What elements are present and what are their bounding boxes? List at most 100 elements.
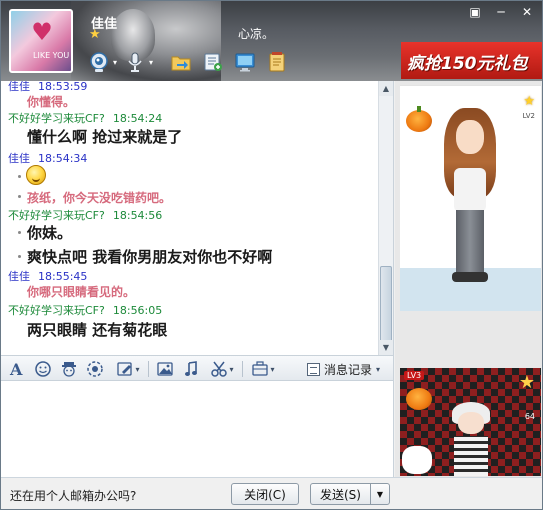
video-call-button[interactable]: [85, 49, 112, 75]
chevron-down-icon[interactable]: ▾: [113, 58, 117, 67]
more-tools-button[interactable]: ▾: [247, 359, 279, 379]
font-icon: A: [9, 360, 23, 378]
input-toolbar: A ▾ ▾ ▾ 消息记录 ▾: [1, 355, 394, 381]
scroll-down-arrow-icon[interactable]: ▼: [379, 340, 393, 355]
message-list: 佳佳 18:53:59 你懂得。 不好好学习来玩CF? 18:54:24 懂什么啊 …: [1, 81, 379, 355]
sender-name: 不好好学习来玩CF?: [8, 304, 105, 317]
contact-signature: 心凉。: [238, 27, 275, 41]
apps-button[interactable]: [263, 49, 290, 75]
chat-message: 你妹。: [27, 224, 73, 242]
message-header: 佳佳 18:55:45: [8, 268, 87, 284]
chat-message: 懂什么啊 抢过来就是了: [27, 128, 183, 146]
pumpkin-icon: [406, 388, 432, 410]
screenshot-button[interactable]: ▾: [206, 359, 238, 379]
create-discussion-button[interactable]: [199, 49, 226, 75]
star-icon: ★: [518, 372, 535, 393]
shake-icon: [87, 361, 103, 377]
message-history-label: 消息记录: [324, 362, 373, 377]
bullet-dot: [18, 231, 21, 234]
avatar[interactable]: ♥ LIKE YOU: [9, 9, 73, 73]
emoticon-button[interactable]: [32, 359, 54, 379]
music-button[interactable]: [180, 359, 202, 379]
star-level-icon: ★: [523, 94, 535, 109]
chat-message: 你懂得。: [27, 95, 76, 109]
sender-name: 佳佳: [8, 270, 30, 283]
history-icon: [307, 362, 320, 376]
folder-transfer-icon: [171, 56, 191, 71]
shake-window-button[interactable]: [84, 359, 106, 379]
briefcase-icon: [252, 361, 269, 376]
star-icon[interactable]: ★: [89, 27, 101, 42]
bullet-dot: [18, 175, 21, 178]
smiley-face-icon: [26, 165, 46, 185]
remote-assistance-button[interactable]: [231, 49, 258, 75]
email-ad-link[interactable]: 还在用个人邮箱办公吗?: [10, 487, 136, 504]
level-badge: LV3: [404, 371, 425, 380]
sender-name: 不好好学习来玩CF?: [8, 112, 105, 125]
toolbar-divider: [242, 361, 243, 377]
scroll-thumb[interactable]: [380, 266, 392, 346]
bullet-dot: [18, 195, 21, 198]
smiley-icon: [35, 361, 51, 377]
send-image-button[interactable]: [154, 359, 176, 379]
message-header: 佳佳 18:54:34: [8, 150, 87, 166]
chevron-down-icon[interactable]: ▾: [229, 365, 233, 374]
chevron-down-icon[interactable]: ▾: [135, 365, 139, 374]
magic-face-icon: [62, 362, 76, 377]
close-button[interactable]: 关闭(C): [231, 483, 299, 505]
chat-message: 孩纸，你今天没吃错药吧。: [27, 191, 172, 205]
scissors-icon: [211, 361, 228, 377]
message-header: 不好好学习来玩CF? 18:54:56: [8, 207, 162, 223]
image-icon: [157, 362, 173, 376]
promo-banner[interactable]: 疯抢150元礼包: [401, 42, 542, 79]
bottom-bar: 还在用个人邮箱办公吗? 关闭(C) 发送(S) ▼: [1, 477, 542, 509]
chevron-down-icon[interactable]: ▾: [376, 365, 380, 374]
microphone-icon: [127, 52, 142, 72]
boy-avatar-figure: [446, 398, 496, 476]
monitor-icon: [235, 53, 255, 72]
chat-window: ♥ LIKE YOU 佳佳 ★ 心凉。 ▣ ─ ✕ ▾ ▾ 疯抢150元礼包 佳…: [0, 0, 543, 510]
chat-message: 爽快点吧 我看你男朋友对你也不好啊: [27, 248, 273, 266]
webcam-icon: [89, 52, 108, 72]
contact-show-avatar[interactable]: ★ LV2: [400, 85, 541, 311]
message-history-button[interactable]: 消息记录 ▾: [307, 359, 380, 379]
my-show-avatar[interactable]: LV3 ★ 64: [400, 368, 541, 476]
music-note-icon: [185, 361, 197, 376]
send-button[interactable]: 发送(S): [310, 483, 371, 505]
header: ♥ LIKE YOU 佳佳 ★ 心凉。 ▣ ─ ✕ ▾ ▾ 疯抢150元礼包: [1, 1, 542, 81]
skin-menu-button[interactable]: ▣: [462, 4, 488, 20]
window-controls: ▣ ─ ✕: [462, 4, 540, 20]
sender-name: 佳佳: [8, 81, 30, 93]
chat-scrollbar[interactable]: ▲ ▼: [378, 81, 393, 355]
scroll-up-arrow-icon[interactable]: ▲: [379, 81, 393, 96]
message-time: 18:54:34: [38, 152, 88, 165]
pumpkin-icon: [406, 106, 432, 132]
send-file-button[interactable]: [167, 49, 194, 75]
chevron-down-icon[interactable]: ▾: [149, 58, 153, 67]
voice-call-button[interactable]: [121, 49, 148, 75]
message-time: 18:55:45: [38, 270, 88, 283]
sender-name: 佳佳: [8, 152, 30, 165]
minimize-button[interactable]: ─: [488, 4, 514, 20]
chevron-down-icon[interactable]: ▾: [270, 365, 274, 374]
message-header: 不好好学习来玩CF? 18:54:24: [8, 110, 162, 126]
graffiti-button[interactable]: ▾: [112, 359, 144, 379]
girl-avatar-figure: [440, 102, 500, 292]
promo-banner-text: 疯抢150元礼包: [407, 54, 528, 74]
message-input[interactable]: [1, 381, 394, 477]
chat-message: 你哪只眼睛看见的。: [27, 285, 136, 299]
level-badge: LV2: [522, 112, 535, 120]
bullet-dot: [18, 255, 21, 258]
close-window-button[interactable]: ✕: [514, 4, 540, 20]
sender-name: 不好好学习来玩CF?: [8, 209, 105, 222]
message-time: 18:54:24: [112, 112, 163, 125]
chat-history: 佳佳 18:53:59 你懂得。 不好好学习来玩CF? 18:54:24 懂什么啊 …: [1, 81, 394, 355]
heart-icon: ♥: [31, 18, 53, 46]
avatar-caption: LIKE YOU: [33, 51, 70, 60]
message-time: 18:56:05: [112, 304, 163, 317]
magic-emoticon-button[interactable]: [58, 359, 80, 379]
send-options-chevron-down-icon[interactable]: ▼: [370, 483, 390, 505]
svg-text:A: A: [9, 360, 23, 378]
font-button[interactable]: A: [6, 359, 28, 379]
chat-message: 两只眼睛 还有菊花眼: [27, 321, 168, 339]
